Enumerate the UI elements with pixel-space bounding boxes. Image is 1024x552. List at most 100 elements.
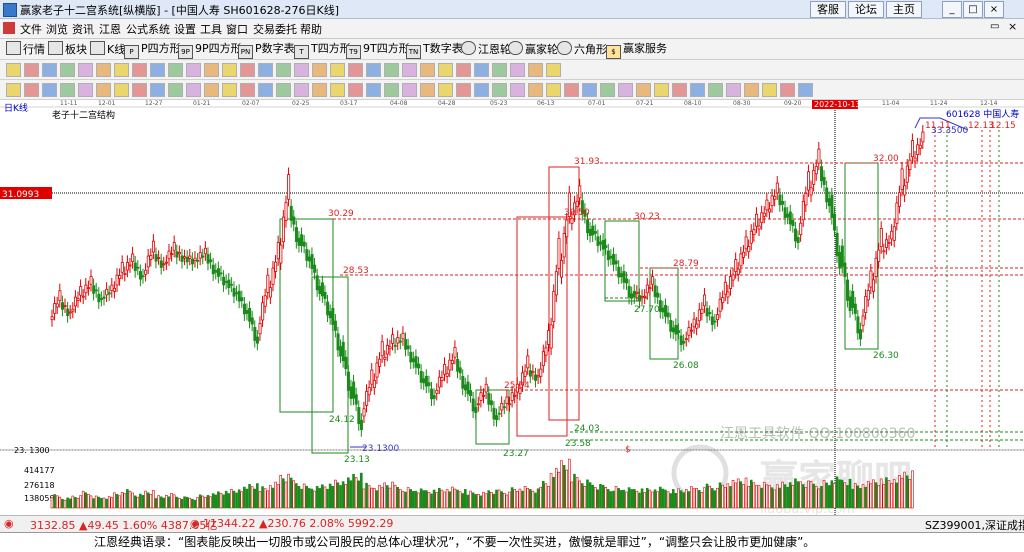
menu-formula[interactable]: 公式系统 (126, 21, 170, 37)
tool-icon[interactable] (330, 63, 345, 77)
tool-icon[interactable] (258, 83, 273, 97)
tool-icon[interactable] (96, 63, 111, 77)
tool-icon[interactable] (420, 83, 435, 97)
tool-icon[interactable] (762, 83, 777, 97)
tool-icon[interactable] (744, 83, 759, 97)
menu-info[interactable]: 资讯 (72, 21, 94, 37)
tool-icon[interactable] (438, 63, 453, 77)
tool-icon[interactable] (312, 63, 327, 77)
minimize-icon[interactable]: _ (942, 1, 962, 18)
homepage-button[interactable]: 主页 (886, 1, 922, 18)
tool-icon[interactable] (24, 63, 39, 77)
tool-icon[interactable] (6, 63, 21, 77)
chart-svg[interactable]: 11-11 12-01 12-27 01-21 02-07 02-25 03-17 04-08… (0, 99, 1024, 517)
tool-icon[interactable] (582, 83, 597, 97)
menu-tools[interactable]: 工具 (200, 21, 222, 37)
tool-icon[interactable] (312, 83, 327, 97)
tool-icon[interactable] (654, 83, 669, 97)
tool-icon[interactable] (60, 63, 75, 77)
tool-icon[interactable] (78, 83, 93, 97)
tool-icon[interactable] (114, 83, 129, 97)
toolbar-sector[interactable]: 板块 (48, 41, 87, 56)
tool-icon[interactable] (420, 63, 435, 77)
toolbar-p-table[interactable]: PN P数字表 (238, 41, 295, 59)
tool-icon[interactable] (708, 83, 723, 97)
tool-icon[interactable] (330, 83, 345, 97)
tool-icon[interactable] (348, 63, 363, 77)
tool-icon[interactable] (222, 83, 237, 97)
tool-icon[interactable] (564, 83, 579, 97)
tool-icon[interactable] (528, 83, 543, 97)
tool-icon[interactable] (690, 83, 705, 97)
kline-chart[interactable]: 11-11 12-01 12-27 01-21 02-07 02-25 03-17 04-08… (0, 99, 1024, 517)
tool-icon[interactable] (726, 83, 741, 97)
tool-icon[interactable] (618, 83, 633, 97)
toolbar-quote[interactable]: 行情 (6, 41, 45, 56)
tool-icon[interactable] (24, 83, 39, 97)
tool-icon[interactable] (402, 83, 417, 97)
menu-help[interactable]: 帮助 (300, 21, 322, 37)
tool-icon[interactable] (204, 83, 219, 97)
tool-icon[interactable] (528, 63, 543, 77)
tool-icon[interactable] (42, 63, 57, 77)
tool-icon[interactable] (366, 63, 381, 77)
tool-icon[interactable] (222, 63, 237, 77)
tool-icon[interactable] (348, 83, 363, 97)
toolbar-p-square[interactable]: P P四方形 (124, 41, 181, 59)
tool-icon[interactable] (132, 83, 147, 97)
tool-icon[interactable] (456, 83, 471, 97)
tool-icon[interactable] (510, 83, 525, 97)
tool-icon[interactable] (492, 83, 507, 97)
tool-icon[interactable] (546, 63, 561, 77)
tool-icon[interactable] (150, 83, 165, 97)
tool-icon[interactable] (276, 63, 291, 77)
menu-settings[interactable]: 设置 (174, 21, 196, 37)
tool-icon[interactable] (240, 63, 255, 77)
tool-icon[interactable] (168, 83, 183, 97)
tool-icon[interactable] (600, 83, 615, 97)
tool-icon[interactable] (258, 63, 273, 77)
tool-icon[interactable] (294, 83, 309, 97)
tool-icon[interactable] (186, 83, 201, 97)
tool-icon[interactable] (780, 83, 795, 97)
tool-icon[interactable] (42, 83, 57, 97)
toolbar-9t-square[interactable]: T9 9T四方形 (346, 41, 410, 59)
toolbar-kline[interactable]: K线 (90, 41, 125, 56)
tool-icon[interactable] (474, 83, 489, 97)
tool-icon[interactable] (168, 63, 183, 77)
tool-icon[interactable] (186, 63, 201, 77)
restore-icon[interactable]: ▭ (990, 21, 999, 32)
toolbar-hexagon[interactable]: 六角形 (557, 41, 607, 56)
menu-gann[interactable]: 江恩 (99, 21, 121, 37)
tool-icon[interactable] (672, 83, 687, 97)
tool-icon[interactable] (798, 83, 813, 97)
forum-button[interactable]: 论坛 (848, 1, 884, 18)
menu-trade[interactable]: 交易委托 (253, 21, 297, 37)
tool-icon[interactable] (474, 63, 489, 77)
tool-icon[interactable] (510, 63, 525, 77)
toolbar-service[interactable]: $ 赢家服务 (606, 41, 667, 59)
sz-index[interactable]: 11344.22 ▲230.76 2.08% 5992.29 (203, 517, 393, 530)
tool-icon[interactable] (240, 83, 255, 97)
tool-icon[interactable] (78, 63, 93, 77)
tool-icon[interactable] (384, 63, 399, 77)
toolbar-9p-square[interactable]: 9P 9P四方形 (178, 41, 242, 59)
tool-icon[interactable] (60, 83, 75, 97)
tool-icon[interactable] (384, 83, 399, 97)
maximize-icon[interactable]: □ (963, 1, 983, 18)
tool-icon[interactable] (456, 63, 471, 77)
tool-icon[interactable] (132, 63, 147, 77)
tool-icon[interactable] (204, 63, 219, 77)
toolbar-t-square[interactable]: T T四方形 (294, 41, 351, 59)
close-icon[interactable]: × (984, 1, 1004, 18)
tool-icon[interactable] (492, 63, 507, 77)
tool-icon[interactable] (6, 83, 21, 97)
tool-icon[interactable] (636, 83, 651, 97)
tool-icon[interactable] (114, 63, 129, 77)
tool-icon[interactable] (276, 83, 291, 97)
toolbar-winner-wheel[interactable]: 赢家轮 (508, 41, 558, 56)
tool-icon[interactable] (294, 63, 309, 77)
menu-window[interactable]: 窗口 (226, 21, 248, 37)
tool-icon[interactable] (546, 83, 561, 97)
close-doc-icon[interactable]: × (1008, 20, 1017, 33)
